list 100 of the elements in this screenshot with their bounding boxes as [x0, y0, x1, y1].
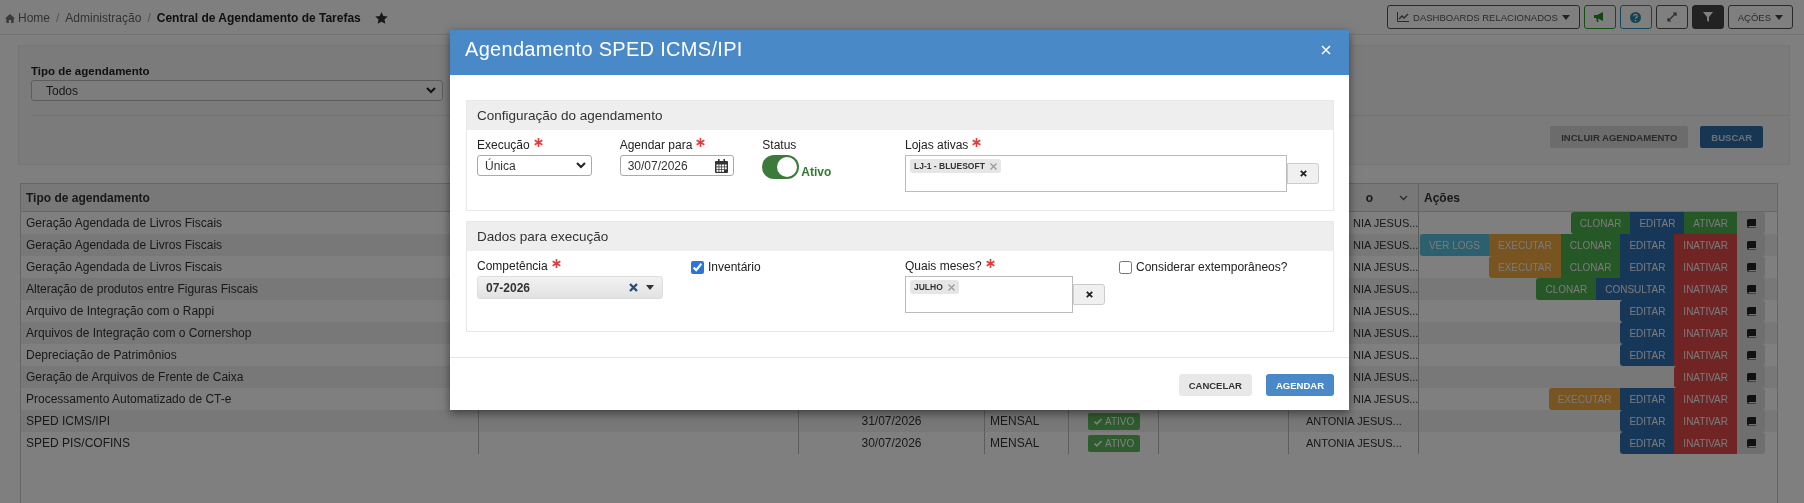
table-cell: ANTONIA JESUS...	[1306, 415, 1402, 427]
close-icon[interactable]	[1321, 44, 1331, 55]
star-icon[interactable]	[374, 12, 388, 24]
action-button[interactable]: EDITAR	[1630, 212, 1685, 234]
combo-field[interactable]: 07-2026	[477, 276, 663, 299]
action-button[interactable]: EXECUTAR	[1489, 256, 1561, 278]
breadcrumb-separator: /	[147, 11, 151, 25]
action-button[interactable]: EDITAR	[1620, 256, 1675, 278]
tag-input-field[interactable]: LJ-1 - BLUESOFT	[905, 155, 1287, 192]
announce-button[interactable]	[1583, 5, 1616, 29]
table-cell: Geração de Arquivos de Frente de Caixa	[26, 370, 244, 384]
action-button[interactable]: ATIVAR	[1684, 212, 1737, 234]
clear-icon[interactable]	[629, 283, 638, 292]
check-icon	[1094, 417, 1102, 425]
action-button[interactable]: CLONAR	[1560, 256, 1621, 278]
caret-icon	[1775, 14, 1783, 20]
help-button[interactable]	[1619, 5, 1652, 29]
book-icon	[1746, 438, 1756, 448]
action-button[interactable]: INATIVAR	[1674, 410, 1737, 432]
action-button[interactable]: EDITAR	[1620, 432, 1675, 454]
book-icon	[1746, 394, 1756, 404]
select-field[interactable]: Única	[477, 155, 592, 176]
field-label: Competência	[477, 259, 548, 273]
book-icon	[1746, 306, 1756, 316]
caret-icon	[1561, 14, 1570, 20]
field-label: Tipo de agendamento	[31, 65, 151, 77]
book-icon	[1746, 284, 1756, 294]
clear-button[interactable]	[1287, 163, 1319, 184]
action-button[interactable]: EDITAR	[1620, 322, 1675, 344]
schedule-button[interactable]: AGENDAR	[1265, 374, 1334, 396]
table-cell: NIA JESUS...	[1353, 349, 1419, 361]
calendar-icon[interactable]	[715, 158, 729, 173]
table-cell: Geração Agendada de Livros Fiscais	[26, 260, 223, 274]
action-button[interactable]: EDITAR	[1620, 234, 1675, 256]
filter-button[interactable]	[1691, 5, 1724, 29]
book-icon	[1746, 416, 1756, 426]
book-button[interactable]	[1737, 212, 1765, 234]
toggle-label: Ativo	[801, 165, 832, 179]
select-field[interactable]: Todos	[31, 80, 443, 101]
add-button[interactable]: INCLUIR AGENDAMENTO	[1550, 126, 1689, 148]
table-cell: NIA JESUS...	[1353, 393, 1419, 405]
table-cell: Arquivo de Integração com o Rappi	[26, 304, 215, 318]
book-button[interactable]	[1737, 432, 1765, 454]
action-button[interactable]: EDITAR	[1620, 344, 1675, 366]
action-button[interactable]: INATIVAR	[1674, 432, 1737, 454]
action-button[interactable]: INATIVAR	[1674, 300, 1737, 322]
field-label: Execução	[477, 138, 530, 152]
action-button[interactable]: CLONAR	[1560, 234, 1621, 256]
section-title: Configuração do agendamento	[477, 108, 663, 123]
column-header[interactable]: o	[1365, 190, 1373, 205]
date-field[interactable]: 30/07/2026	[619, 155, 735, 176]
check-icon	[1094, 439, 1102, 447]
dashboards-button[interactable]: DASHBOARDS RELACIONADOS	[1387, 5, 1580, 29]
action-button[interactable]: EDITAR	[1620, 388, 1675, 410]
clear-button[interactable]	[1073, 284, 1105, 305]
filter-icon	[1702, 12, 1713, 22]
tag-chip: LJ-1 - BLUESOFT	[910, 159, 1001, 173]
breadcrumb-link[interactable]: Administração	[65, 11, 142, 25]
breadcrumb-link[interactable]: Home	[5, 11, 50, 25]
cancel-button[interactable]: CANCELAR	[1178, 374, 1252, 396]
action-button[interactable]: INATIVAR	[1674, 234, 1737, 256]
search-button[interactable]: BUSCAR	[1700, 126, 1763, 148]
action-button[interactable]: EXECUTAR	[1489, 234, 1561, 256]
tag-input-field[interactable]: JULHO	[905, 276, 1073, 313]
action-button[interactable]: INATIVAR	[1674, 256, 1737, 278]
action-button[interactable]: INATIVAR	[1674, 322, 1737, 344]
checkbox[interactable]	[1119, 260, 1132, 274]
actions-button[interactable]: AÇÕES	[1727, 5, 1793, 29]
caret-icon	[646, 285, 654, 290]
checkbox[interactable]	[691, 260, 704, 274]
sort-chevron-icon[interactable]	[1399, 194, 1408, 201]
action-button[interactable]: INATIVAR	[1674, 344, 1737, 366]
close-icon	[1085, 291, 1093, 298]
action-button[interactable]: CONSULTAR	[1596, 278, 1675, 300]
remove-icon[interactable]	[989, 162, 997, 170]
column-header: Ações	[1424, 190, 1461, 205]
table-cell: NIA JESUS...	[1353, 239, 1419, 251]
field-label: Agendar para	[619, 138, 693, 152]
megaphone-icon	[1594, 12, 1606, 22]
action-button[interactable]: VER LOGS	[1419, 234, 1489, 256]
tag-chip: JULHO	[910, 280, 959, 294]
book-icon	[1746, 372, 1756, 382]
action-button[interactable]: INATIVAR	[1674, 278, 1737, 300]
remove-icon[interactable]	[947, 283, 955, 291]
table-cell: NIA JESUS...	[1353, 305, 1419, 317]
toggle-switch[interactable]	[762, 155, 800, 179]
table-cell: SPED PIS/COFINS	[26, 436, 131, 450]
action-button[interactable]: CLONAR	[1570, 212, 1631, 234]
action-button[interactable]: EDITAR	[1620, 410, 1675, 432]
action-button[interactable]: EDITAR	[1620, 300, 1675, 322]
action-button[interactable]: INATIVAR	[1674, 388, 1737, 410]
page-title: Central de Agendamento de Tarefas	[156, 11, 361, 25]
table-cell: Processamento Automatizado de CT-e	[26, 392, 232, 406]
table-cell: Geração Agendada de Livros Fiscais	[26, 216, 223, 230]
action-button[interactable]: INATIVAR	[1674, 366, 1737, 388]
table-cell: Alteração de produtos entre Figuras Fiscais	[26, 282, 259, 296]
action-button[interactable]: EXECUTAR	[1548, 388, 1621, 410]
expand-button[interactable]	[1655, 5, 1688, 29]
table-cell: Depreciação de Patrimônios	[26, 348, 177, 362]
action-button[interactable]: CLONAR	[1536, 278, 1597, 300]
